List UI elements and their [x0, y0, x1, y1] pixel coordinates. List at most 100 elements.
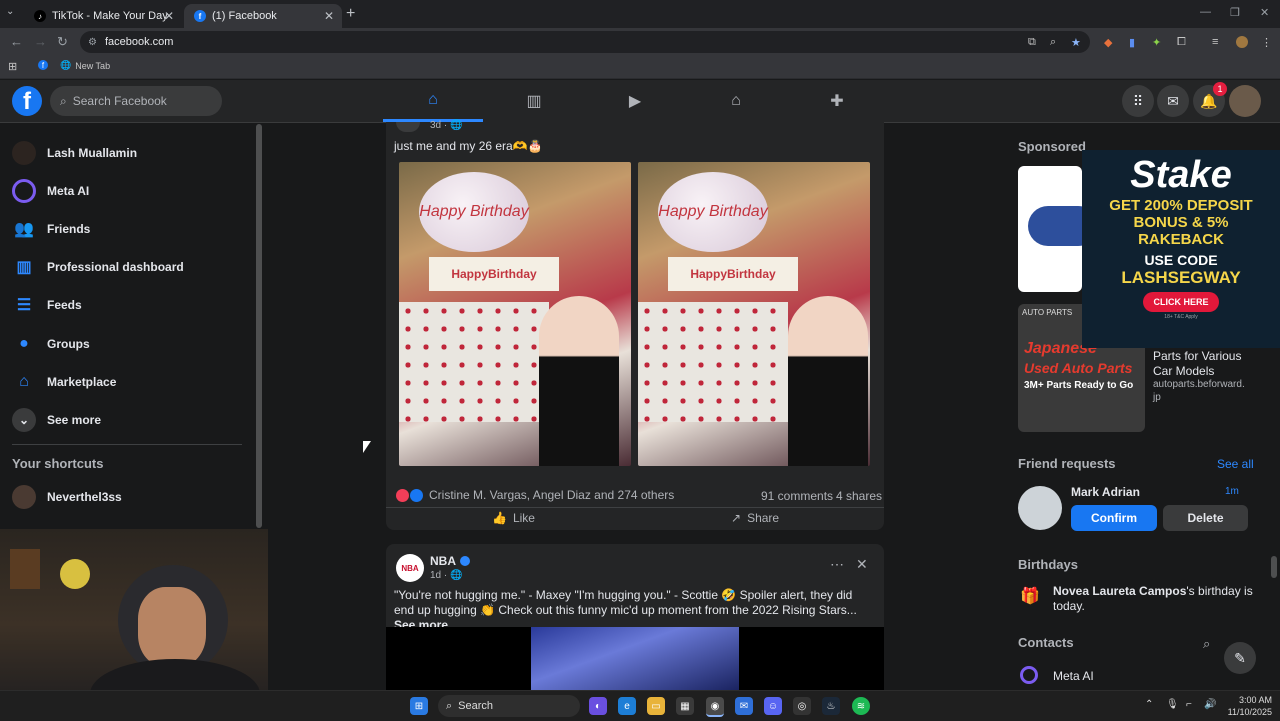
messenger-button[interactable]: ✉: [1157, 85, 1189, 117]
hide-post-close-icon[interactable]: ✕: [856, 556, 868, 573]
delete-button[interactable]: Delete: [1163, 505, 1248, 531]
post-timestamp[interactable]: 1d · 🌐: [430, 570, 462, 581]
profile-avatar[interactable]: [1236, 36, 1248, 48]
spotify-icon[interactable]: ≋: [852, 697, 870, 715]
facebook-logo-icon[interactable]: f: [12, 86, 42, 116]
extensions-puzzle-icon[interactable]: ⧠: [1177, 36, 1186, 49]
reload-icon[interactable]: ↻: [57, 34, 68, 50]
friend-request-name[interactable]: Mark Adrian: [1071, 485, 1140, 499]
ad-image-sandals[interactable]: [1018, 166, 1082, 292]
taskbar-search[interactable]: ⌕ Search: [438, 695, 580, 717]
tray-chevron-icon[interactable]: ⌃: [1145, 699, 1153, 710]
menu-kebab-icon[interactable]: ⋮: [1261, 36, 1272, 49]
volume-icon[interactable]: 🔊: [1204, 699, 1216, 710]
search-icon: ⌕: [446, 699, 453, 712]
post-author[interactable]: NBA: [430, 554, 470, 568]
site-info-icon[interactable]: ⚙: [88, 37, 97, 48]
back-arrow-icon[interactable]: ←: [10, 34, 23, 49]
post-timestamp[interactable]: 3d · 🌐: [430, 120, 462, 131]
right-scrollbar[interactable]: [1271, 556, 1277, 578]
file-explorer-icon[interactable]: ▭: [647, 697, 665, 715]
extension-icon[interactable]: ▮: [1129, 36, 1135, 49]
bookmark-new-tab[interactable]: 🌐 New Tab: [60, 60, 110, 71]
confirm-button[interactable]: Confirm: [1071, 505, 1157, 531]
sidebar-item-marketplace[interactable]: ⌂ Marketplace: [12, 365, 242, 399]
sidebar-item-profile[interactable]: Lash Muallamin: [12, 136, 242, 170]
comments-count[interactable]: 91 comments: [761, 489, 833, 503]
bookmark-star-icon[interactable]: ★: [1071, 36, 1081, 49]
search-icon: ⌕: [60, 93, 67, 108]
balloon: Happy Birthday: [658, 172, 768, 252]
nav-dashboard-tab[interactable]: ▥: [484, 80, 584, 122]
network-icon[interactable]: ⌐: [1186, 699, 1192, 710]
post-author-avatar[interactable]: [396, 122, 420, 132]
minimize-icon[interactable]: —: [1200, 6, 1211, 18]
microphone-icon[interactable]: 🎙: [1166, 699, 1179, 710]
taskbar-clock[interactable]: 3:00 AM 11/10/2025: [1226, 694, 1272, 718]
sidebar-item-friends[interactable]: 👥 Friends: [12, 212, 242, 246]
browser-tab-tiktok[interactable]: ♪ TikTok - Make Your Day ✕: [24, 4, 182, 28]
install-app-icon[interactable]: ⧉: [1028, 36, 1036, 49]
new-message-button[interactable]: ✎: [1224, 642, 1256, 674]
extension-icon[interactable]: ◆: [1104, 36, 1112, 49]
window-close-icon[interactable]: ✕: [1260, 6, 1269, 19]
account-avatar[interactable]: [1229, 85, 1261, 117]
birthday-text[interactable]: Novea Laureta Campos's birthday is today…: [1053, 584, 1253, 614]
chrome-icon[interactable]: ◉: [706, 697, 724, 717]
contact-name[interactable]: Meta AI: [1053, 669, 1094, 683]
bookmark-facebook[interactable]: f: [38, 60, 48, 70]
maximize-icon[interactable]: ❐: [1230, 6, 1240, 19]
shortcut-avatar: [12, 485, 36, 509]
browser-tab-facebook[interactable]: f (1) Facebook ✕: [184, 4, 342, 28]
post-options-icon[interactable]: ⋯: [830, 556, 844, 573]
forward-arrow-icon[interactable]: →: [34, 34, 47, 49]
new-tab-plus-icon[interactable]: +: [346, 5, 355, 23]
reading-list-icon[interactable]: ≡: [1212, 36, 1218, 48]
share-button[interactable]: ↗ Share: [731, 511, 779, 525]
copilot-icon[interactable]: ◐: [589, 697, 607, 715]
post-photo-right[interactable]: Happy Birthday HappyBirthday: [638, 162, 870, 466]
sidebar-item-professional-dashboard[interactable]: ▥ Professional dashboard: [12, 250, 242, 284]
friend-request-avatar[interactable]: [1018, 486, 1062, 530]
nav-gaming-tab[interactable]: ✚: [787, 80, 887, 122]
menu-grid-button[interactable]: ⠿: [1122, 85, 1154, 117]
sidebar-item-feeds[interactable]: ☰ Feeds: [12, 288, 242, 322]
reactions-summary[interactable]: Cristine M. Vargas, Angel Diaz and 274 o…: [396, 488, 674, 502]
ad-title[interactable]: Parts for Various Car Models: [1153, 349, 1253, 379]
obs-icon[interactable]: ◎: [793, 697, 811, 715]
sidebar-item-groups[interactable]: ● Groups: [12, 327, 242, 361]
nba-logo-icon[interactable]: NBA: [396, 554, 424, 582]
close-tab-icon[interactable]: ✕: [164, 9, 174, 23]
like-button[interactable]: 👍 Like: [492, 511, 535, 525]
nav-marketplace-tab[interactable]: ⌂: [686, 80, 786, 122]
store-icon[interactable]: ▦: [676, 697, 694, 715]
post-time-text: 1d ·: [430, 570, 451, 581]
tab-list-chevron-icon[interactable]: ⌄: [6, 6, 14, 17]
discord-icon[interactable]: ☺: [764, 697, 782, 715]
extension-icon[interactable]: ✦: [1152, 36, 1161, 49]
mail-icon[interactable]: ✉: [735, 697, 753, 715]
sidebar-see-more[interactable]: ⌄ See more: [12, 403, 242, 437]
sidebar-item-meta-ai[interactable]: Meta AI: [12, 174, 242, 208]
shortcut-item[interactable]: Neverthel3ss: [12, 480, 242, 514]
nav-video-tab[interactable]: ▶: [585, 80, 685, 122]
address-bar[interactable]: ⚙ facebook.com: [80, 31, 1090, 53]
see-all-link[interactable]: See all: [1217, 457, 1254, 471]
post-video[interactable]: [386, 627, 884, 690]
close-tab-icon[interactable]: ✕: [324, 9, 334, 23]
post-photo-left[interactable]: Happy Birthday HappyBirthday: [399, 162, 631, 466]
apps-grid-icon[interactable]: ⊞: [8, 60, 17, 73]
windows-start-icon[interactable]: ⊞: [410, 697, 428, 715]
nav-home-tab[interactable]: ⌂: [383, 80, 483, 122]
sidebar-scrollbar[interactable]: [256, 124, 262, 528]
contacts-search-icon[interactable]: ⌕: [1203, 636, 1210, 652]
stake-cta-button[interactable]: CLICK HERE: [1143, 292, 1219, 312]
edge-icon[interactable]: e: [618, 697, 636, 715]
stake-ad-overlay[interactable]: Stake GET 200% DEPOSIT BONUS & 5% RAKEBA…: [1082, 150, 1280, 348]
ad-domain: autoparts.beforward.jp: [1153, 379, 1245, 403]
zoom-icon[interactable]: ⌕: [1050, 36, 1056, 49]
shares-count[interactable]: 4 shares: [836, 489, 882, 503]
steam-icon[interactable]: ♨: [822, 697, 840, 715]
tiktok-icon: ♪: [34, 10, 46, 22]
search-input[interactable]: ⌕ Search Facebook: [50, 86, 222, 116]
